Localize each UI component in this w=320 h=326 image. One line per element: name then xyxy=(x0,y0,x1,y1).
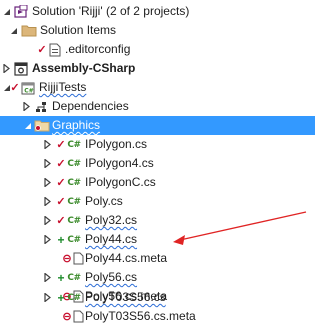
tree-item-label: PolyT03S56.cs.meta xyxy=(85,309,196,323)
tree-item-poly56-cs[interactable]: + C# Poly56.cs xyxy=(0,268,315,287)
csharp-file-icon: C# xyxy=(67,177,81,188)
chevron-right-icon[interactable] xyxy=(43,192,53,211)
checked-in-icon: ✓ xyxy=(56,215,66,227)
tree-item-label: Poly56.cs xyxy=(85,270,138,284)
tree-item-solution-items[interactable]: Solution Items xyxy=(0,21,315,40)
folder-icon xyxy=(34,116,50,135)
tree-item-label: Poly32.cs xyxy=(85,213,138,227)
chevron-right-icon[interactable] xyxy=(22,97,32,116)
tree-item-label: IPolygon4.cs xyxy=(85,156,154,170)
chevron-down-icon[interactable] xyxy=(23,116,33,135)
csharp-file-icon: C# xyxy=(67,158,81,169)
tree-item-ipolygon4-cs[interactable]: ✓ C# IPolygon4.cs xyxy=(0,154,315,173)
csharp-project-icon: C# xyxy=(21,78,35,97)
tree-item-label: IPolygonC.cs xyxy=(85,175,156,189)
checked-in-icon: ✓ xyxy=(10,82,20,94)
chevron-right-icon[interactable] xyxy=(43,268,53,287)
csharp-file-icon: C# xyxy=(67,215,81,226)
tree-item-graphics[interactable]: Graphics xyxy=(0,116,315,135)
solution-explorer-tree: Solution 'Rijji' (2 of 2 projects) Solut… xyxy=(0,0,315,326)
checked-in-icon: ✓ xyxy=(56,196,66,208)
chevron-right-icon[interactable] xyxy=(2,59,12,78)
tree-item-ipolygon-cs[interactable]: ✓ C# IPolygon.cs xyxy=(0,135,315,154)
tree-item-ipolygonc-cs[interactable]: ✓ C# IPolygonC.cs xyxy=(0,173,315,192)
chevron-right-icon[interactable] xyxy=(43,173,53,192)
tree-item-label: Poly44.cs.meta xyxy=(85,251,168,265)
svg-text:C#: C# xyxy=(24,87,33,94)
meta-file-icon xyxy=(72,249,84,268)
chevron-down-icon[interactable] xyxy=(2,2,12,21)
tree-item-solution[interactable]: Solution 'Rijji' (2 of 2 projects) xyxy=(0,2,315,21)
checked-in-icon: ✓ xyxy=(56,158,66,170)
tree-item-polyt03s56-cs-entry[interactable]: + C# PolyT03S56.cs xyxy=(0,288,315,307)
chevron-right-icon[interactable] xyxy=(43,211,53,230)
chevron-right-icon[interactable] xyxy=(43,135,53,154)
ignored-icon xyxy=(63,307,71,326)
checked-in-icon: ✓ xyxy=(56,177,66,189)
tree-item-poly44-cs-meta[interactable]: Poly44.cs.meta xyxy=(0,249,315,268)
checked-in-icon: ✓ xyxy=(56,139,66,151)
tree-item-label: IPolygon.cs xyxy=(85,137,148,151)
tree-item-poly44-cs[interactable]: + C# Poly44.cs xyxy=(0,230,315,249)
tree-item-poly-cs[interactable]: ✓ C# Poly.cs xyxy=(0,192,315,211)
csharp-file-icon: C# xyxy=(67,292,81,303)
tree-item-label: Poly.cs xyxy=(85,194,123,208)
tree-item-label: Assembly-CSharp xyxy=(32,61,136,75)
tree-item-label: Solution Items xyxy=(40,23,117,37)
tree-item-assembly-csharp[interactable]: Assembly-CSharp xyxy=(0,59,315,78)
tree-item-polyt03s56-cs-meta[interactable]: PolyT03S56.cs.meta xyxy=(0,307,315,326)
meta-file-icon xyxy=(72,307,84,326)
csharp-file-icon: C# xyxy=(67,272,81,283)
chevron-right-icon[interactable] xyxy=(43,230,53,249)
csharp-project-icon xyxy=(14,59,28,78)
tree-item-label: .editorconfig xyxy=(65,42,131,56)
chevron-right-icon[interactable] xyxy=(43,288,53,307)
solution-icon xyxy=(14,2,28,21)
ignored-icon xyxy=(63,249,71,268)
csharp-file-icon: C# xyxy=(67,196,81,207)
tree-item-rijjitests[interactable]: ✓ C# RijjiTests xyxy=(0,78,315,97)
tree-item-label: Solution 'Rijji' (2 of 2 projects) xyxy=(32,4,190,18)
checked-in-icon: ✓ xyxy=(37,44,47,56)
chevron-right-icon[interactable] xyxy=(43,154,53,173)
config-file-icon xyxy=(48,40,62,59)
csharp-file-icon: C# xyxy=(67,234,81,245)
added-icon: + xyxy=(57,290,65,305)
dependencies-icon xyxy=(34,97,48,116)
added-icon: + xyxy=(57,270,65,285)
tree-item-poly32-cs[interactable]: ✓ C# Poly32.cs xyxy=(0,211,315,230)
tree-item-label: RijjiTests xyxy=(39,80,87,94)
tree-item-editorconfig[interactable]: ✓ .editorconfig xyxy=(0,40,315,59)
tree-item-label: Poly44.cs xyxy=(85,232,138,246)
folder-icon xyxy=(21,21,37,40)
tree-item-dependencies[interactable]: Dependencies xyxy=(0,97,315,116)
added-icon: + xyxy=(57,232,65,247)
csharp-file-icon: C# xyxy=(67,139,81,150)
tree-item-label: Graphics xyxy=(52,118,101,132)
tree-item-label: Dependencies xyxy=(52,99,129,113)
chevron-down-icon[interactable] xyxy=(9,21,19,40)
tree-item-label: PolyT03S56.cs xyxy=(85,290,166,304)
